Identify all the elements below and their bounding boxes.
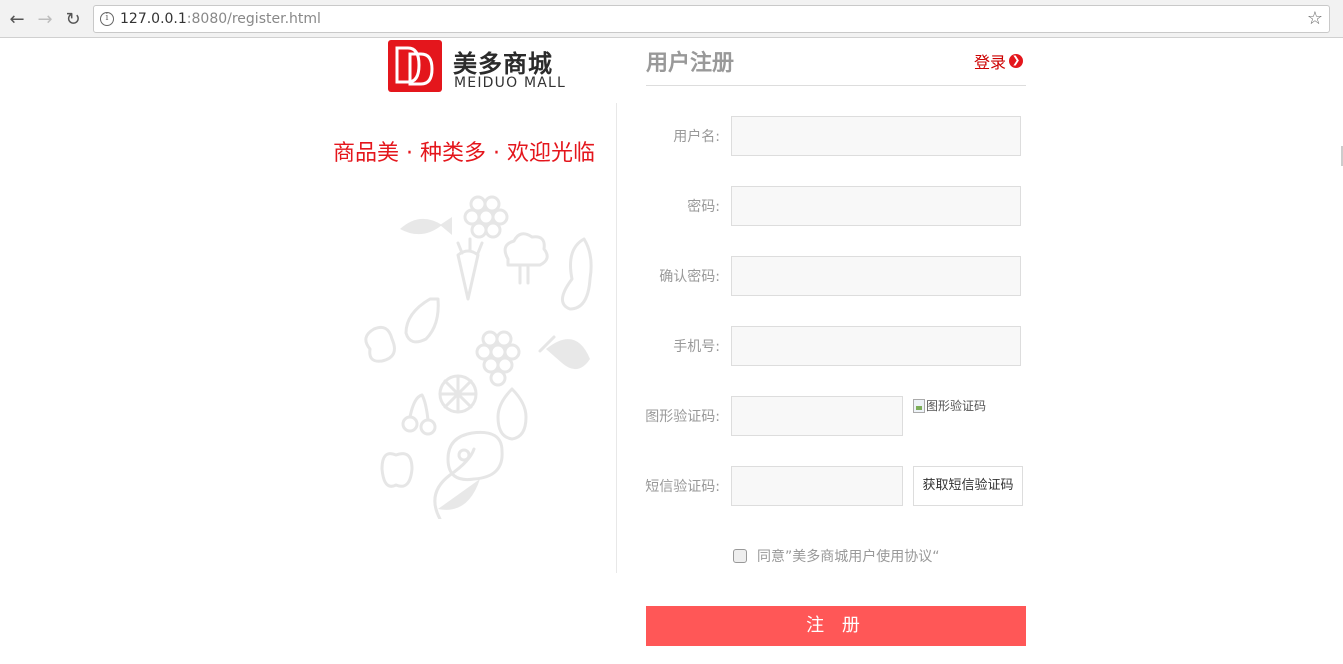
- form-title-divider: [646, 85, 1026, 86]
- form-title: 用户注册: [646, 51, 735, 76]
- reload-icon[interactable]: ↻: [62, 8, 84, 30]
- agreement-checkbox[interactable]: [733, 549, 747, 563]
- back-arrow-icon[interactable]: ←: [6, 8, 28, 30]
- image-code-label: 图形验证码:: [645, 409, 720, 425]
- login-link[interactable]: 登录 ❯: [974, 49, 1024, 73]
- brand-name-en: MEIDUO MALL: [454, 75, 567, 91]
- sms-code-label: 短信验证码:: [645, 479, 720, 495]
- food-illustration: [350, 179, 610, 521]
- arrow-right-circle-icon: ❯: [1009, 54, 1024, 68]
- password-input[interactable]: [731, 186, 1021, 226]
- bookmark-star-icon[interactable]: ☆: [1307, 8, 1323, 29]
- agreement-label: 同意”美多商城用户使用协议“: [757, 549, 940, 565]
- password-confirm-input[interactable]: [731, 256, 1021, 296]
- captcha-image[interactable]: 图形验证码: [913, 397, 986, 414]
- url-host: 127.0.0.1: [120, 11, 187, 27]
- register-submit-button[interactable]: 注 册: [646, 606, 1026, 646]
- mobile-label: 手机号:: [673, 339, 720, 355]
- brand-slogan: 商品美 · 种类多 · 欢迎光临: [333, 141, 595, 166]
- password-confirm-label: 确认密码:: [659, 269, 720, 285]
- url-path: :8080/register.html: [186, 11, 321, 27]
- info-icon[interactable]: i: [100, 12, 114, 26]
- username-input[interactable]: [731, 116, 1021, 156]
- brand-logo[interactable]: 美多商城 MEIDUO MALL: [388, 40, 568, 92]
- address-url[interactable]: 127.0.0.1:8080/register.html: [120, 11, 321, 27]
- captcha-image-alt: 图形验证码: [926, 399, 987, 413]
- logo-mark-icon: [388, 40, 442, 92]
- browser-toolbar: ← → ↻ i 127.0.0.1:8080/register.html ☆: [0, 0, 1343, 38]
- image-code-input[interactable]: [731, 396, 903, 436]
- register-page: 美多商城 MEIDUO MALL 商品美 · 种类多 · 欢迎光临 用户注册 登…: [0, 39, 1343, 664]
- sms-code-input[interactable]: [731, 466, 903, 506]
- mobile-input[interactable]: [731, 326, 1021, 366]
- address-bar[interactable]: i 127.0.0.1:8080/register.html ☆: [93, 5, 1330, 33]
- login-link-label: 登录: [974, 53, 1007, 72]
- column-divider: [616, 103, 617, 573]
- password-label: 密码:: [687, 199, 720, 215]
- agreement-row[interactable]: 同意”美多商城用户使用协议“: [733, 546, 940, 566]
- brand-name-cn: 美多商城: [453, 50, 553, 78]
- broken-image-icon: [913, 398, 925, 413]
- username-label: 用户名:: [673, 129, 720, 145]
- forward-arrow-icon[interactable]: →: [34, 8, 56, 30]
- get-sms-code-button[interactable]: 获取短信验证码: [913, 466, 1023, 506]
